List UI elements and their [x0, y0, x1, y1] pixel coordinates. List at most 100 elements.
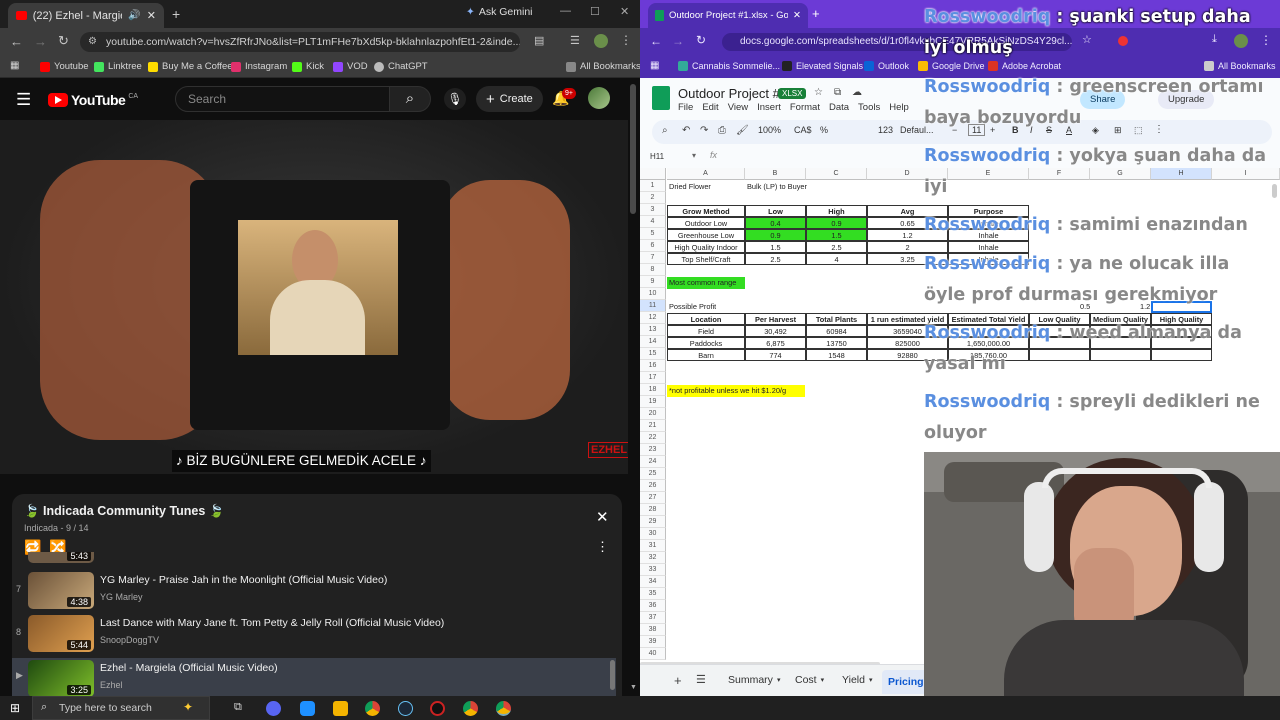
row-header-35[interactable]: 35 — [640, 588, 666, 600]
row-header-7[interactable]: 7 — [640, 252, 666, 264]
reload-icon[interactable]: ↻ — [58, 33, 69, 49]
bookmark-chatgpt[interactable]: ChatGPT — [374, 61, 428, 72]
close-tab-icon[interactable]: ✕ — [147, 9, 156, 22]
bookmark-item[interactable]: Elevated Signals — [782, 61, 863, 71]
page-scrollbar[interactable] — [630, 84, 636, 214]
doc-title[interactable]: Outdoor Project #1 — [678, 86, 787, 101]
playlist-item[interactable]: 7 4:38 YG Marley - Praise Jah in the Moo… — [12, 572, 616, 614]
address-bar[interactable]: ⚙ youtube.com/watch?v=hvsZfRfrJNo&list=P… — [80, 32, 520, 52]
grow-table-cell[interactable]: 4 — [806, 253, 867, 265]
row-header-11[interactable]: 11 — [640, 300, 666, 312]
row-header-13[interactable]: 13 — [640, 324, 666, 336]
grow-table-cell[interactable]: 2.5 — [806, 241, 867, 253]
add-sheet-icon[interactable]: + — [674, 673, 682, 688]
print-icon[interactable]: ⎙ — [718, 125, 726, 136]
forward-arrow-icon[interactable]: → — [34, 34, 47, 49]
profit-table-cell[interactable]: Paddocks — [667, 337, 745, 349]
back-arrow-icon[interactable]: ← — [10, 34, 23, 49]
profit-table-cell[interactable]: 30,492 — [745, 325, 806, 337]
sheet-tab-yield[interactable]: Yield ▾ — [842, 674, 872, 686]
row-header-39[interactable]: 39 — [640, 636, 666, 648]
row-header-38[interactable]: 38 — [640, 624, 666, 636]
playlist-item-current[interactable]: ▶ 3:25 Ezhel - Margiela (Official Music … — [12, 658, 616, 696]
menu-help[interactable]: Help — [889, 102, 909, 113]
back-arrow-icon[interactable]: ← — [650, 34, 662, 48]
tab-search-icon[interactable]: ▤ — [534, 34, 544, 47]
sheet-tab-pricing[interactable]: Pricing — [882, 670, 930, 694]
column-header-a[interactable]: A — [667, 168, 745, 180]
profit-header-cell[interactable]: Per Harvest — [745, 313, 806, 325]
discord-icon[interactable] — [266, 701, 281, 716]
menu-dots-icon[interactable]: ⋮ — [620, 33, 632, 47]
grow-header-cell[interactable]: Grow Method — [667, 205, 745, 217]
task-view-icon[interactable]: ⧉ — [234, 701, 242, 714]
playlist-item-partial[interactable]: 5:43 — [12, 552, 616, 568]
row-header-12[interactable]: 12 — [640, 312, 666, 324]
profit-table-cell[interactable]: 60984 — [806, 325, 867, 337]
select-all-corner[interactable] — [640, 168, 666, 180]
grow-table-cell[interactable]: Top Shelf/Craft — [667, 253, 745, 265]
cell-a9-common-range[interactable]: Most common range — [667, 277, 745, 289]
all-bookmarks[interactable]: All Bookmarks — [566, 61, 640, 72]
profit-table-cell[interactable]: 1548 — [806, 349, 867, 361]
reload-icon[interactable]: ↻ — [696, 33, 706, 47]
bookmark-youtube[interactable]: Youtube — [40, 61, 89, 72]
row-header-40[interactable]: 40 — [640, 648, 666, 660]
playlist-scrollbar[interactable] — [610, 660, 615, 690]
number-format-button[interactable]: 123 — [878, 125, 893, 135]
close-tab-icon[interactable]: ✕ — [793, 10, 801, 21]
close-window-icon[interactable]: ✕ — [620, 5, 629, 18]
bookmark-item[interactable]: Outlook — [864, 61, 909, 71]
grow-header-cell[interactable]: Low — [745, 205, 806, 217]
cell-a18-note[interactable]: *not profitable unless we hit $1.20/g — [667, 385, 805, 397]
zoom-select[interactable]: 100% — [758, 125, 781, 135]
grow-table-cell[interactable]: 2.5 — [745, 253, 806, 265]
playlist-title[interactable]: 🍃 Indicada Community Tunes 🍃 — [24, 504, 224, 519]
grow-table-cell[interactable]: 0.4 — [745, 217, 806, 229]
profit-table-cell[interactable]: Field — [667, 325, 745, 337]
sheets-tab[interactable]: Outdoor Project #1.xlsx - Goog ✕ — [648, 3, 808, 28]
row-header-34[interactable]: 34 — [640, 576, 666, 588]
row-header-24[interactable]: 24 — [640, 456, 666, 468]
new-tab-button[interactable]: + — [812, 6, 820, 21]
media-control-icon[interactable]: ☰ — [570, 34, 580, 47]
grow-table-cell[interactable]: Outdoor Low — [667, 217, 745, 229]
grow-table-cell[interactable]: Greenhouse Low — [667, 229, 745, 241]
profit-table-cell[interactable]: 774 — [745, 349, 806, 361]
forward-arrow-icon[interactable]: → — [672, 34, 684, 48]
row-header-25[interactable]: 25 — [640, 468, 666, 480]
scroll-down-arrow-icon[interactable]: ▼ — [630, 684, 637, 691]
row-header-10[interactable]: 10 — [640, 288, 666, 300]
row-header-37[interactable]: 37 — [640, 612, 666, 624]
row-header-1[interactable]: 1 — [640, 180, 666, 192]
row-header-32[interactable]: 32 — [640, 552, 666, 564]
redo-icon[interactable]: ↷ — [700, 125, 708, 136]
chrome-profile-icon[interactable] — [463, 701, 478, 716]
sheet-tab-cost[interactable]: Cost ▾ — [795, 674, 824, 686]
menu-insert[interactable]: Insert — [757, 102, 781, 113]
column-header-b[interactable]: B — [745, 168, 806, 180]
row-header-28[interactable]: 28 — [640, 504, 666, 516]
row-header-3[interactable]: 3 — [640, 204, 666, 216]
youtube-avatar[interactable] — [588, 87, 610, 109]
site-info-icon[interactable]: ⚙ — [88, 32, 97, 52]
row-header-16[interactable]: 16 — [640, 360, 666, 372]
menu-format[interactable]: Format — [790, 102, 820, 113]
bookmark-vod[interactable]: VOD — [333, 61, 368, 72]
row-header-22[interactable]: 22 — [640, 432, 666, 444]
undo-icon[interactable]: ↶ — [682, 125, 690, 136]
profit-header-cell[interactable]: Total Plants — [806, 313, 867, 325]
grow-table-cell[interactable]: 1.5 — [806, 229, 867, 241]
row-header-19[interactable]: 19 — [640, 396, 666, 408]
sheets-logo-icon[interactable] — [652, 86, 670, 110]
youtube-logo[interactable]: YouTube CA — [48, 92, 138, 108]
currency-format-button[interactable]: CA$ — [794, 125, 812, 135]
row-header-33[interactable]: 33 — [640, 564, 666, 576]
menu-tools[interactable]: Tools — [858, 102, 880, 113]
row-header-29[interactable]: 29 — [640, 516, 666, 528]
all-sheets-icon[interactable]: ☰ — [696, 673, 706, 686]
sheet-tab-summary[interactable]: Summary ▾ — [728, 674, 780, 686]
bookmark-linktree[interactable]: Linktree — [94, 61, 142, 72]
profit-table-cell[interactable]: 6,875 — [745, 337, 806, 349]
star-icon[interactable]: ☆ — [814, 87, 823, 98]
